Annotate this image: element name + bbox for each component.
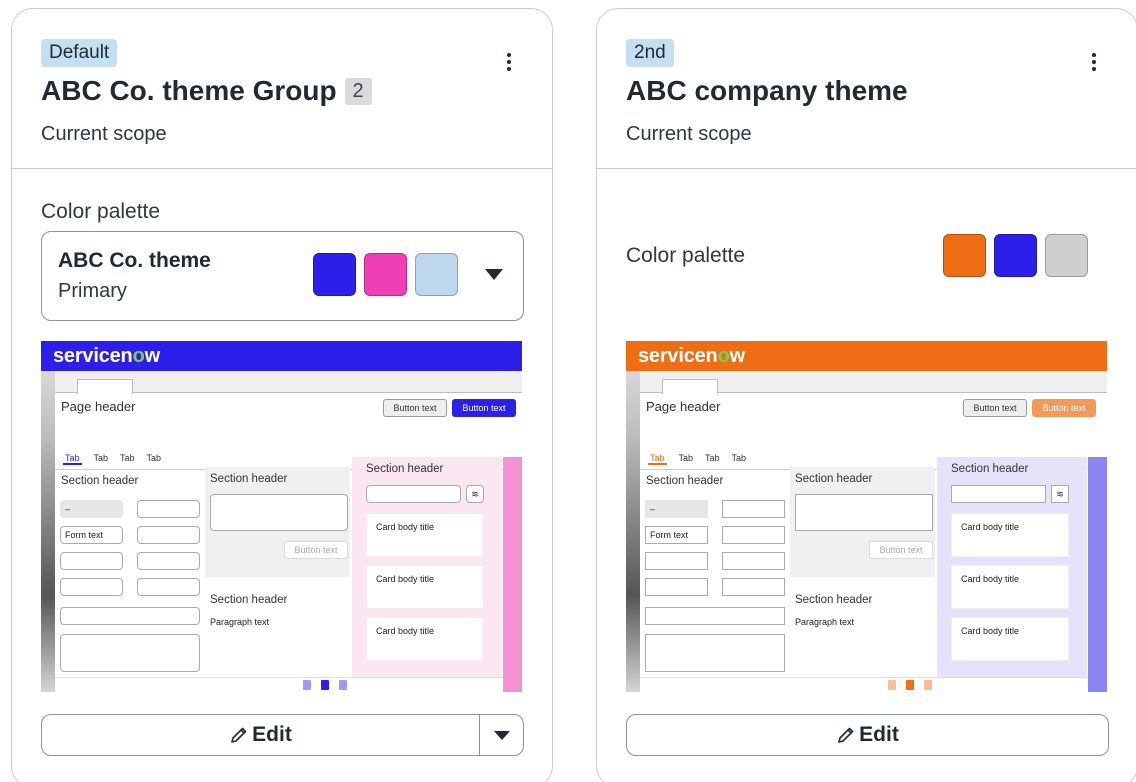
color-swatch	[994, 234, 1037, 277]
servicenow-logo: servicenow	[638, 345, 745, 367]
edit-button-content: Edit	[627, 715, 1108, 755]
chevron-down-icon	[493, 730, 510, 740]
preview-tabbar	[640, 371, 1107, 394]
preview-primary-button: Button text	[452, 399, 516, 417]
preview-field: Form text	[645, 526, 708, 544]
preview-right-rail	[1088, 457, 1107, 692]
edit-label: Edit	[252, 723, 292, 746]
preview-section-header: Section header	[795, 594, 873, 606]
preview-sidebar	[626, 371, 640, 692]
preview-paragraph: Paragraph text	[210, 617, 270, 627]
color-swatch	[364, 253, 407, 296]
preview-middle-column: Section header Button text	[205, 467, 350, 577]
preview-tabs: Tab Tab Tab Tab	[648, 453, 747, 465]
preview-body: Page header Button text Button text Tab T…	[640, 371, 1107, 692]
color-swatch	[313, 253, 356, 296]
more-options-icon[interactable]	[1091, 53, 1097, 73]
palette-variant: Primary	[58, 280, 127, 302]
card-title: ABC company theme	[626, 75, 908, 107]
swatch-group	[313, 253, 458, 296]
preview-middle-column: Section header Button text	[790, 467, 935, 577]
edit-button[interactable]: Edit	[626, 714, 1109, 756]
chevron-down-icon	[485, 269, 503, 280]
theme-count-badge: 2	[344, 77, 372, 105]
order-badge: 2nd	[626, 39, 674, 67]
preview-field	[645, 552, 708, 570]
theme-preview: servicenow Page header Button text Butto…	[626, 341, 1107, 692]
edit-menu-toggle[interactable]	[479, 715, 523, 755]
scope-label: Current scope	[41, 123, 167, 145]
preview-field	[645, 607, 785, 625]
preview-textarea	[645, 634, 785, 672]
pencil-icon	[231, 727, 247, 743]
color-swatch	[415, 253, 458, 296]
preview-section-header: Section header	[210, 594, 288, 606]
theme-name: ABC company theme	[626, 75, 908, 106]
theme-card-2nd: 2nd ABC company theme Current scope Colo…	[596, 8, 1136, 782]
preview-right-column: Section header ≋ Card body title Card bo…	[352, 457, 502, 692]
preview-footer	[55, 677, 503, 692]
edit-split-button: Edit	[41, 714, 524, 756]
default-badge: Default	[41, 39, 118, 67]
preview-right-rail	[503, 457, 522, 692]
color-palette-select[interactable]: ABC Co. theme Primary	[41, 231, 524, 321]
preview-section-header: Section header	[646, 475, 724, 487]
scope-label: Current scope	[626, 123, 752, 145]
preview-field	[60, 607, 200, 625]
color-swatch	[943, 234, 986, 277]
preview-field	[137, 526, 200, 544]
preview-field	[722, 578, 785, 596]
preview-field: Form text	[60, 526, 123, 544]
edit-label: Edit	[859, 723, 899, 746]
preview-field	[645, 578, 708, 596]
preview-header-bar: servicenow	[41, 341, 522, 371]
preview-field: –	[645, 500, 708, 518]
edit-button[interactable]: Edit	[42, 715, 479, 755]
preview-paragraph: Paragraph text	[795, 617, 855, 627]
more-options-icon[interactable]	[506, 53, 512, 73]
preview-textarea	[60, 634, 200, 672]
divider	[12, 168, 552, 169]
palette-name: ABC Co. theme	[58, 249, 211, 272]
theme-card-default: Default ABC Co. theme Group 2 Current sc…	[11, 8, 553, 782]
preview-body: Page header Button text Button text Tab T…	[55, 371, 522, 692]
preview-sidebar	[41, 371, 55, 692]
preview-field	[722, 500, 785, 518]
preview-tabbar	[55, 371, 522, 394]
color-swatch	[1045, 234, 1088, 277]
preview-secondary-button: Button text	[963, 399, 1027, 417]
preview-primary-button: Button text	[1032, 399, 1096, 417]
color-palette-label: Color palette	[41, 200, 161, 223]
preview-field	[60, 552, 123, 570]
preview-field	[137, 552, 200, 570]
preview-field: –	[60, 500, 123, 518]
color-palette-label: Color palette	[626, 244, 746, 267]
theme-preview: servicenow Page header Button text Butto…	[41, 341, 522, 692]
preview-header-bar: servicenow	[626, 341, 1107, 371]
pencil-icon	[838, 727, 854, 743]
servicenow-logo: servicenow	[53, 345, 160, 367]
divider	[597, 168, 1136, 169]
preview-tabs: Tab Tab Tab Tab	[63, 453, 162, 465]
preview-page-header: Page header	[646, 399, 721, 414]
theme-group-name: ABC Co. theme Group	[41, 75, 337, 106]
preview-field	[60, 578, 123, 596]
preview-field	[137, 500, 200, 518]
preview-footer	[640, 677, 1088, 692]
preview-secondary-button: Button text	[383, 399, 447, 417]
swatch-group	[943, 234, 1088, 277]
preview-field	[722, 552, 785, 570]
preview-page-header: Page header	[61, 399, 136, 414]
preview-right-column: Section header ≋ Card body title Card bo…	[937, 457, 1087, 692]
card-title: ABC Co. theme Group 2	[41, 75, 372, 107]
preview-section-header: Section header	[61, 475, 139, 487]
preview-field	[722, 526, 785, 544]
preview-field	[137, 578, 200, 596]
